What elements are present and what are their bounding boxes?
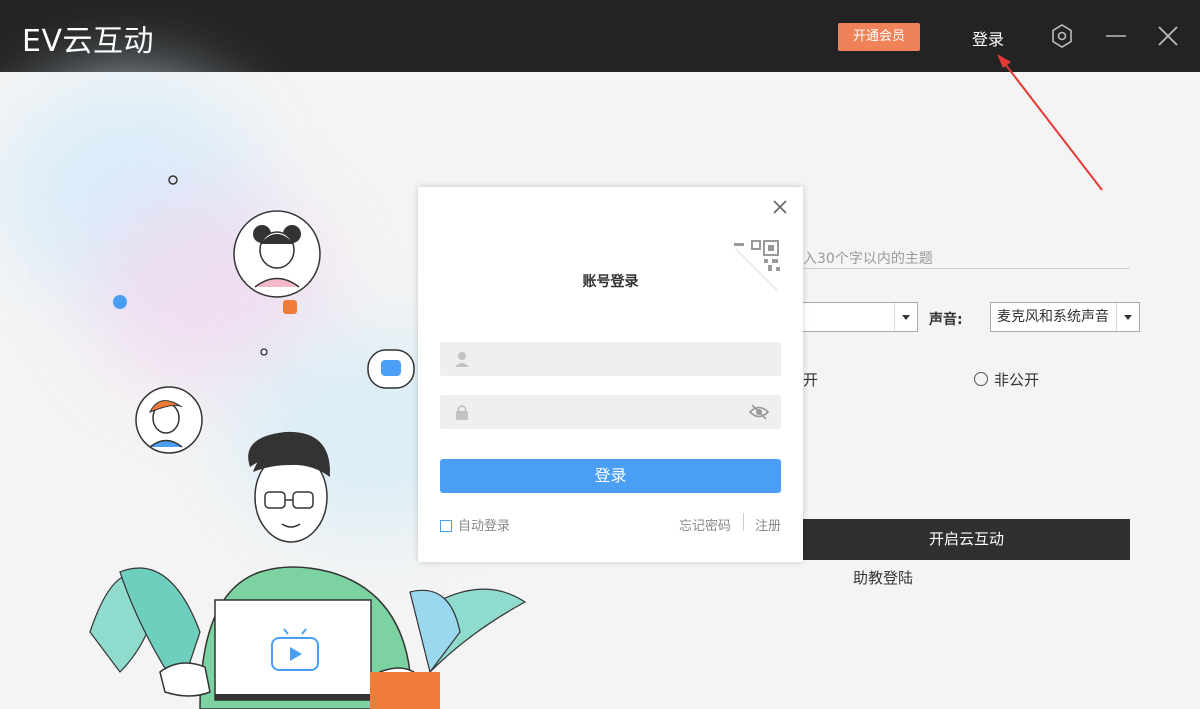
close-icon[interactable] <box>770 197 790 217</box>
auto-login-checkbox[interactable]: 自动登录 <box>440 515 510 534</box>
start-interaction-button[interactable]: 开启云互动 <box>803 519 1130 560</box>
public-radio-label[interactable]: 开 <box>803 369 818 390</box>
topic-input-placeholder[interactable]: 入30个字以内的主题 <box>803 248 933 268</box>
login-submit-button[interactable]: 登录 <box>440 459 781 493</box>
radio-circle[interactable] <box>974 372 988 386</box>
login-link[interactable]: 登录 <box>972 26 1004 50</box>
login-modal: 账号登录 登录 自动登录 忘记密码 注册 <box>418 187 803 562</box>
chevron-down-icon[interactable] <box>1116 303 1139 331</box>
forgot-password-link[interactable]: 忘记密码 <box>679 515 731 534</box>
app-title: EV云互动 <box>22 24 154 59</box>
password-input[interactable] <box>480 395 744 431</box>
checkbox-box[interactable] <box>440 520 452 532</box>
minimize-icon[interactable] <box>1102 22 1130 50</box>
modal-title: 账号登录 <box>582 274 639 290</box>
assistant-login-link[interactable]: 助教登陆 <box>853 567 913 588</box>
user-icon <box>455 352 469 367</box>
link-separator <box>743 513 744 531</box>
sound-label: 声音: <box>929 312 963 328</box>
username-field[interactable] <box>440 342 781 378</box>
private-radio-label: 非公开 <box>994 371 1040 389</box>
title-bar: EV云互动 开通会员 登录 <box>0 0 1200 72</box>
auto-login-label: 自动登录 <box>458 519 511 534</box>
settings-hex-icon[interactable] <box>1048 22 1076 50</box>
vip-button[interactable]: 开通会员 <box>838 23 920 51</box>
topic-underline <box>803 268 1130 269</box>
close-icon[interactable] <box>1154 22 1182 50</box>
chevron-down-icon[interactable] <box>894 303 917 331</box>
source-select[interactable] <box>790 302 918 332</box>
register-link[interactable]: 注册 <box>755 515 781 534</box>
sound-select[interactable]: 麦克风和系统声音 <box>990 302 1140 332</box>
lock-icon <box>456 405 468 420</box>
password-field[interactable] <box>440 395 781 431</box>
sound-select-value: 麦克风和系统声音 <box>997 309 1109 325</box>
username-input[interactable] <box>480 342 744 378</box>
play-icon <box>290 647 302 661</box>
eye-off-icon[interactable] <box>749 403 769 421</box>
private-radio[interactable]: 非公开 <box>974 369 1039 390</box>
